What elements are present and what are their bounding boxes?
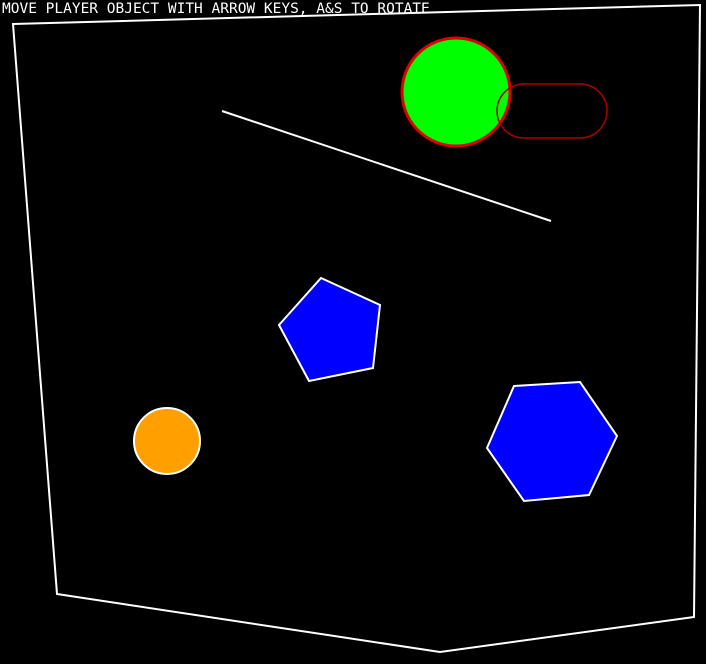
game-viewport[interactable]: MOVE PLAYER OBJECT WITH ARROW KEYS, A&S … [0, 0, 706, 664]
player-circle[interactable] [400, 36, 512, 148]
orange-ball [133, 407, 201, 475]
game-canvas[interactable] [0, 0, 706, 664]
